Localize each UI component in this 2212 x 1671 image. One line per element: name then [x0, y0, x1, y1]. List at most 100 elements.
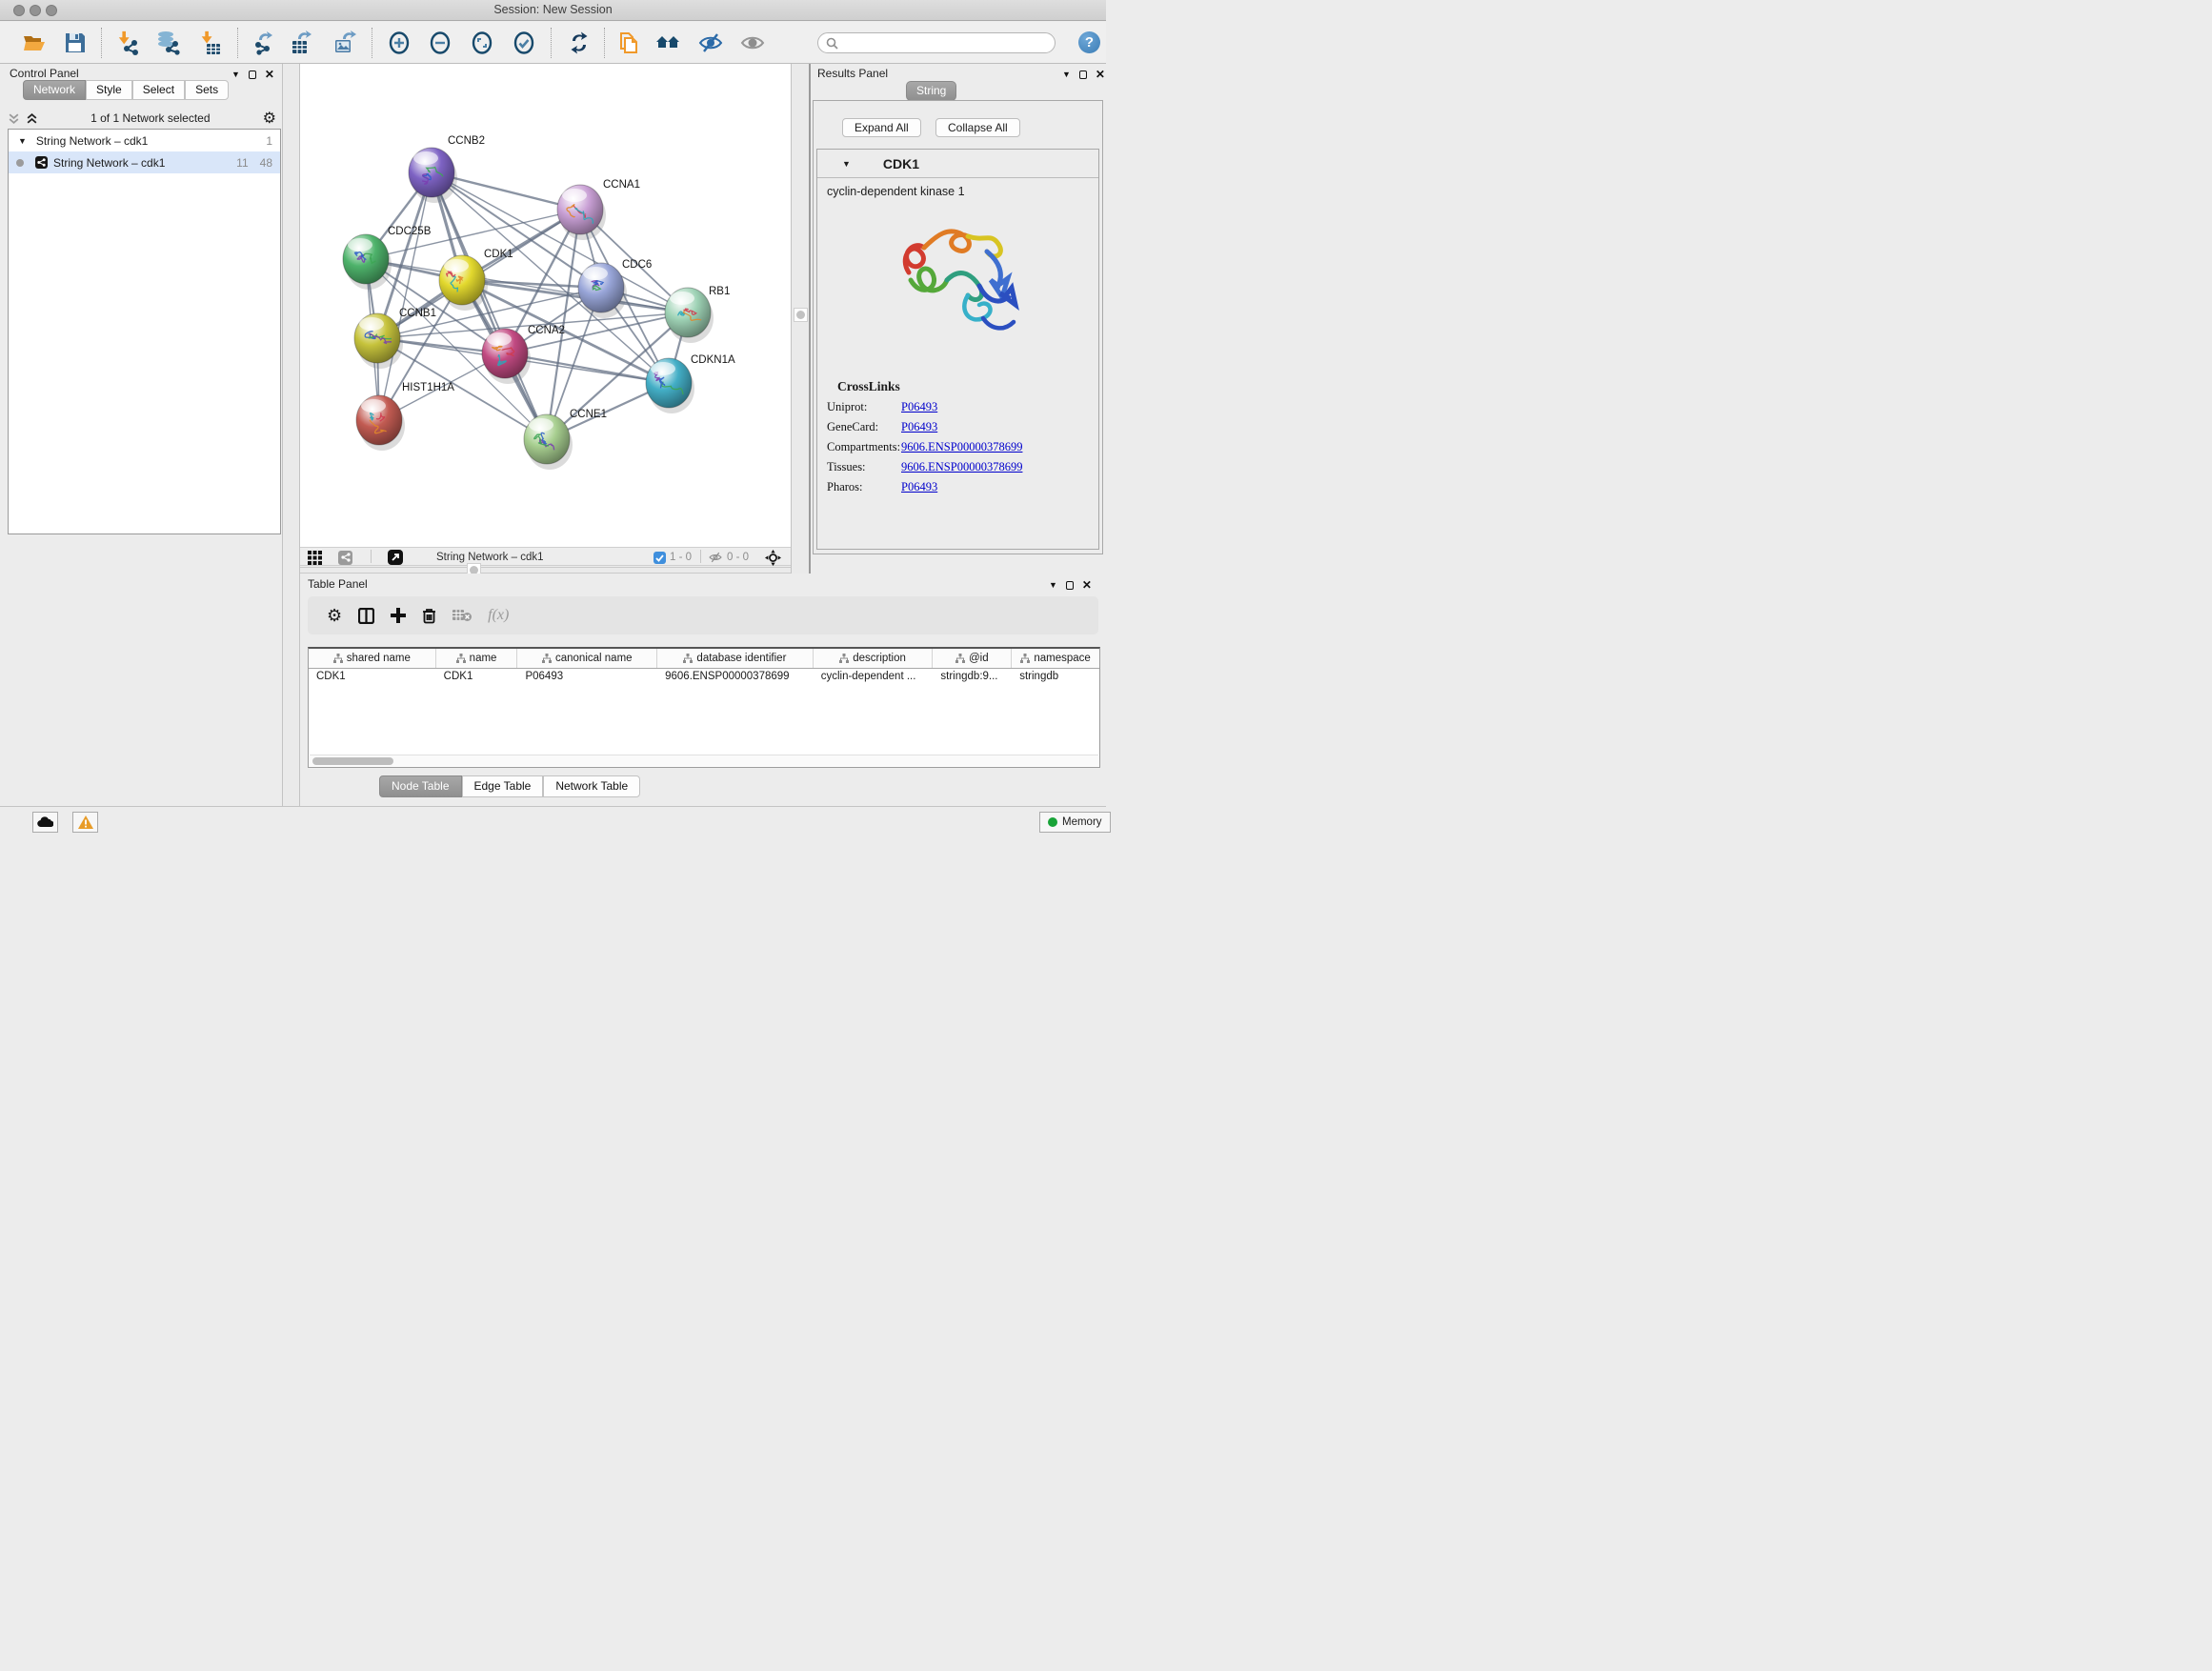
crosslink-link[interactable]: P06493 — [901, 400, 937, 414]
cloud-status-button[interactable] — [32, 812, 58, 833]
cell-shared-name[interactable]: CDK1 — [309, 669, 436, 687]
column-header[interactable]: description — [814, 649, 934, 668]
string-settings-button[interactable] — [338, 550, 352, 565]
table-row[interactable]: CDK1 CDK1 P06493 9606.ENSP00000378699 cy… — [309, 669, 1099, 687]
node-label: CCNB1 — [399, 308, 436, 319]
results-panel-menu-icon[interactable]: ▼ — [1062, 70, 1071, 79]
expand-all-icon[interactable] — [26, 112, 38, 125]
tab-select[interactable]: Select — [132, 80, 185, 100]
cell-description[interactable]: cyclin-dependent ... — [814, 669, 934, 687]
gene-card-header[interactable]: ▼ CDK1 — [817, 150, 1098, 178]
results-panel-close-icon[interactable]: ✕ — [1096, 68, 1105, 81]
warnings-button[interactable] — [72, 812, 98, 833]
results-panel-divider-handle[interactable] — [794, 308, 808, 322]
crosslink-link[interactable]: 9606.ENSP00000378699 — [901, 440, 1022, 454]
tab-edge-table[interactable]: Edge Table — [462, 775, 544, 797]
selected-indicator: 1 - 0 — [654, 550, 692, 565]
fit-selected-button[interactable] — [765, 550, 781, 565]
hidden-counts: 0 - 0 — [727, 552, 749, 563]
show-panels-button[interactable] — [740, 30, 765, 55]
cell-canonical-name[interactable]: P06493 — [517, 669, 657, 687]
gene-collapse-icon[interactable]: ▼ — [842, 159, 851, 169]
collection-expand-icon[interactable]: ▼ — [18, 136, 27, 146]
scrollbar-thumb[interactable] — [312, 757, 393, 765]
search-field[interactable] — [817, 32, 1056, 53]
collapse-all-icon[interactable] — [8, 112, 20, 125]
cell-database-identifier[interactable]: 9606.ENSP00000378699 — [657, 669, 814, 687]
column-header[interactable]: @id — [933, 649, 1012, 668]
control-panel-float-icon[interactable] — [249, 70, 256, 79]
table-toolbar: ⚙ f(x) — [308, 596, 1098, 634]
control-panel-menu-icon[interactable]: ▼ — [231, 70, 240, 79]
column-header[interactable]: database identifier — [657, 649, 814, 668]
crosslink-link[interactable]: P06493 — [901, 480, 937, 494]
import-table-file-button[interactable] — [197, 30, 222, 55]
expand-all-button[interactable]: Expand All — [842, 118, 921, 137]
control-panel-title: Control Panel — [10, 67, 79, 80]
selected-checkbox-icon[interactable] — [654, 552, 666, 564]
results-panel-float-icon[interactable] — [1079, 70, 1087, 79]
tab-string-results[interactable]: String — [906, 81, 956, 101]
import-network-file-button[interactable] — [115, 30, 140, 55]
show-all-panels-button[interactable] — [655, 30, 680, 55]
network-canvas[interactable]: CCNB2CCNA1CDC25BCDK1CDC6RB1CCNB1CCNA2CDK… — [300, 64, 791, 547]
cell-namespace[interactable]: stringdb — [1012, 669, 1099, 687]
column-header[interactable]: canonical name — [517, 649, 657, 668]
left-panel-divider[interactable] — [282, 64, 300, 806]
cell-name[interactable]: CDK1 — [436, 669, 518, 687]
network-collection-row[interactable]: ▼ String Network – cdk1 1 — [9, 130, 280, 151]
control-panel-close-icon[interactable]: ✕ — [265, 68, 274, 81]
tab-network[interactable]: Network — [23, 80, 86, 100]
collapse-all-button[interactable]: Collapse All — [935, 118, 1020, 137]
birds-eye-view-button[interactable] — [308, 550, 322, 565]
node-label: HIST1H1A — [402, 382, 454, 393]
zoom-in-button[interactable] — [387, 30, 412, 55]
export-image-button[interactable] — [332, 30, 357, 55]
network-row-selected[interactable]: String Network – cdk1 11 48 — [9, 151, 280, 173]
table-panel-close-icon[interactable]: ✕ — [1082, 578, 1092, 592]
zoom-selected-button[interactable] — [512, 30, 536, 55]
column-header[interactable]: shared name — [309, 649, 436, 668]
session-snapshot-button[interactable] — [615, 30, 640, 55]
apply-layout-button[interactable] — [567, 30, 592, 55]
export-table-button[interactable] — [290, 30, 314, 55]
import-network-database-button[interactable] — [156, 30, 181, 55]
documents-icon — [615, 30, 640, 55]
search-input[interactable] — [838, 37, 1038, 49]
export-network-button[interactable] — [251, 30, 276, 55]
status-bar: Memory — [0, 806, 1106, 836]
network-options-gear-icon[interactable]: ⚙ — [263, 109, 276, 128]
tab-network-table[interactable]: Network Table — [543, 775, 640, 797]
hidden-eye-slash-icon[interactable] — [708, 551, 723, 564]
show-columns-icon[interactable] — [358, 608, 374, 624]
crosslink-label: GeneCard: — [827, 420, 901, 434]
fit-content-icon — [470, 30, 494, 55]
save-session-button[interactable] — [63, 30, 88, 55]
open-in-window-button[interactable] — [388, 550, 403, 565]
cell-id[interactable]: stringdb:9... — [933, 669, 1012, 687]
crosslink-link[interactable]: 9606.ENSP00000378699 — [901, 460, 1022, 474]
zoom-out-button[interactable] — [428, 30, 452, 55]
column-header[interactable]: name — [436, 649, 518, 668]
create-column-plus-icon[interactable] — [391, 608, 406, 623]
control-panel: Control Panel ▼ ✕ NetworkStyleSelectSets… — [0, 64, 282, 806]
crosslink-link[interactable]: P06493 — [901, 420, 937, 434]
column-header[interactable]: namespace — [1012, 649, 1099, 668]
eye-slash-icon — [698, 30, 723, 55]
tab-style[interactable]: Style — [86, 80, 132, 100]
fit-content-button[interactable] — [470, 30, 494, 55]
memory-button[interactable]: Memory — [1039, 812, 1111, 833]
open-session-button[interactable] — [22, 30, 47, 55]
help-button[interactable]: ? — [1078, 31, 1100, 53]
tab-node-table[interactable]: Node Table — [379, 775, 462, 797]
delete-column-trash-icon[interactable] — [422, 608, 436, 624]
crosslink-row: GeneCard: P06493 — [827, 420, 1098, 434]
table-panel-menu-icon[interactable]: ▼ — [1049, 580, 1057, 590]
network-selection-status: 1 of 1 Network selected — [38, 111, 263, 125]
table-options-gear-icon[interactable]: ⚙ — [327, 606, 342, 626]
tab-sets[interactable]: Sets — [185, 80, 229, 100]
table-header-row: shared name name canonical name database… — [309, 649, 1099, 669]
hide-panels-button[interactable] — [698, 30, 723, 55]
table-horizontal-scrollbar[interactable] — [310, 755, 1098, 766]
table-panel-float-icon[interactable] — [1066, 581, 1074, 590]
